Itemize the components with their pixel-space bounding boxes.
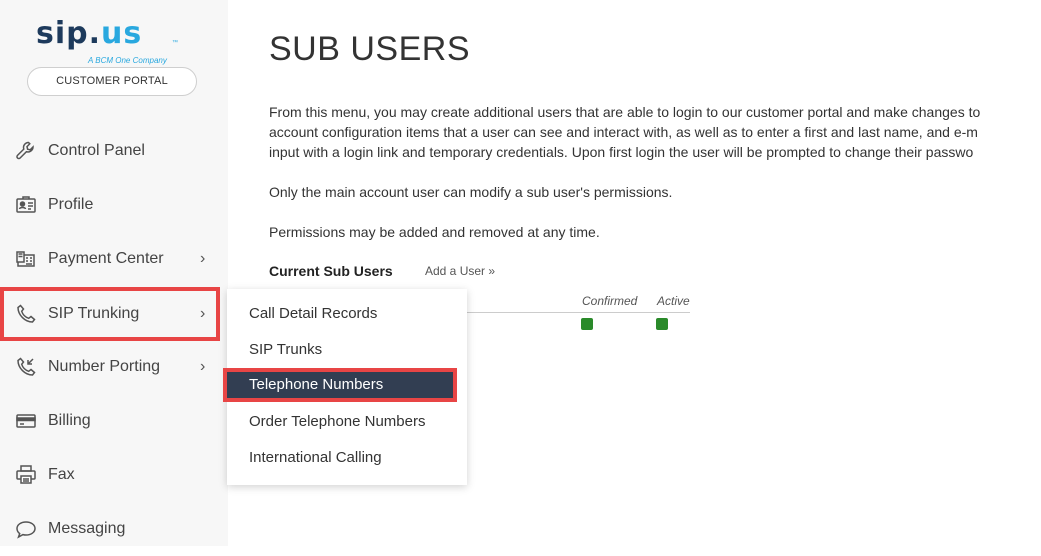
sidebar-item-number-porting[interactable]: Number Porting › [0,340,228,394]
id-card-icon [14,193,38,217]
customer-portal-button[interactable]: CUSTOMER PORTAL [27,67,197,96]
column-header-active: Active [657,294,690,308]
chat-bubble-icon [14,517,38,541]
sipus-logo[interactable]: sip.us ™ A BCM One Company [36,16,196,68]
menu-item-sip-trunks[interactable]: SIP Trunks [249,341,322,358]
active-status-indicator [656,318,668,330]
table-divider [466,312,690,313]
column-header-confirmed: Confirmed [582,294,638,308]
sidebar-item-profile[interactable]: Profile [0,178,228,232]
confirmed-status-indicator [581,318,593,330]
chevron-right-icon: › [200,358,206,375]
menu-item-call-detail-records[interactable]: Call Detail Records [249,305,377,322]
intro-paragraph-line-1: From this menu, you may create additiona… [269,104,981,120]
phone-porting-icon [14,355,38,379]
phone-icon [14,302,38,326]
intro-paragraph-line-2: account configuration items that a user … [269,124,978,140]
sidebar-item-label: SIP Trunking [48,305,140,322]
sidebar-item-label: Messaging [48,520,126,537]
sidebar-item-label: Payment Center [48,250,164,267]
wrench-icon [14,139,38,163]
logo-wordmark: sip.us [36,16,143,51]
intro-paragraph-line-3: input with a login link and temporary cr… [269,144,974,160]
sidebar-item-label: Profile [48,196,94,213]
sidebar-item-label: Number Porting [48,358,161,375]
sidebar-item-label: Control Panel [48,142,145,159]
menu-item-order-telephone-numbers[interactable]: Order Telephone Numbers [249,413,425,430]
sidebar-item-billing[interactable]: Billing [0,394,228,448]
current-sub-users-heading: Current Sub Users [269,263,393,279]
cash-register-icon [14,247,38,271]
sidebar-item-messaging[interactable]: Messaging [0,502,228,556]
sidebar-item-payment-center[interactable]: Payment Center › [0,232,228,286]
credit-card-icon [14,409,38,433]
printer-icon [14,463,38,487]
menu-item-telephone-numbers[interactable]: Telephone Numbers [223,368,457,402]
sidebar-item-fax[interactable]: Fax [0,448,228,502]
sip-trunking-submenu: Call Detail Records SIP Trunks Telephone… [223,289,467,485]
sidebar-item-label: Billing [48,412,91,429]
permissions-note: Only the main account user can modify a … [269,184,673,200]
add-user-link[interactable]: Add a User » [425,264,495,278]
chevron-right-icon: › [200,305,206,322]
logo-tagline: A BCM One Company [88,56,167,65]
permissions-info: Permissions may be added and removed at … [269,224,600,240]
sidebar-item-label: Fax [48,466,75,483]
menu-item-international-calling[interactable]: International Calling [249,449,382,466]
sidebar-item-control-panel[interactable]: Control Panel [0,124,228,178]
chevron-right-icon: › [200,250,206,267]
page-title: SUB USERS [269,30,470,68]
logo-trademark: ™ [172,40,178,46]
sidebar-item-sip-trunking[interactable]: SIP Trunking › [0,287,220,341]
sidebar: sip.us ™ A BCM One Company CUSTOMER PORT… [0,0,228,546]
